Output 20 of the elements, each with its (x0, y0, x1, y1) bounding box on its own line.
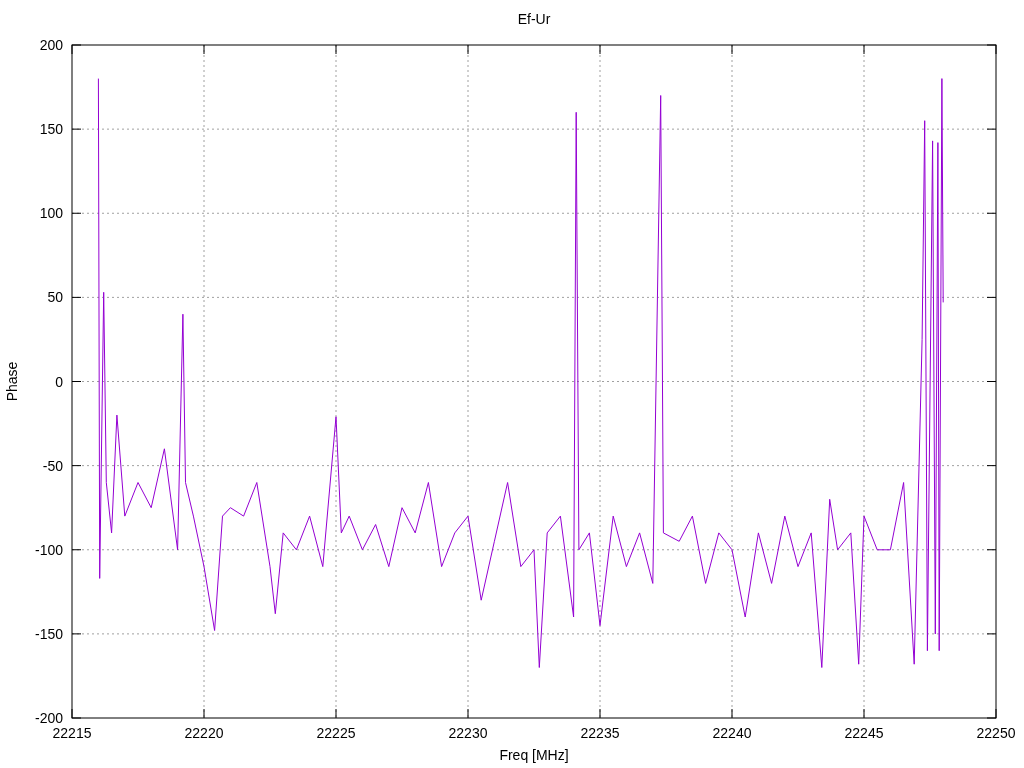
x-axis-label: Freq [MHz] (499, 747, 569, 763)
x-tick-label: 22225 (316, 725, 356, 741)
y-tick-label: 150 (39, 121, 63, 138)
y-tick-label: 0 (55, 373, 63, 390)
x-tick-label: 22220 (184, 725, 224, 741)
y-axis-label: Phase (4, 361, 20, 402)
y-tick-label: -50 (42, 457, 63, 474)
y-tick-label: 50 (47, 289, 63, 306)
y-tick-label: -200 (34, 710, 63, 726)
x-tick-label: 22230 (448, 725, 488, 741)
x-tick-label: 22240 (712, 725, 752, 741)
y-tick-label: -150 (34, 625, 63, 642)
x-tick-label: 22250 (976, 725, 1016, 741)
y-tick-label: 100 (39, 205, 63, 222)
x-tick-label: 22235 (580, 725, 620, 741)
chart-title: Ef-Ur (517, 11, 551, 27)
y-tick-label: -100 (34, 541, 63, 558)
x-tick-label: 22245 (844, 725, 884, 741)
y-tick-label: 200 (39, 37, 63, 53)
x-tick-label: 22215 (52, 725, 92, 741)
